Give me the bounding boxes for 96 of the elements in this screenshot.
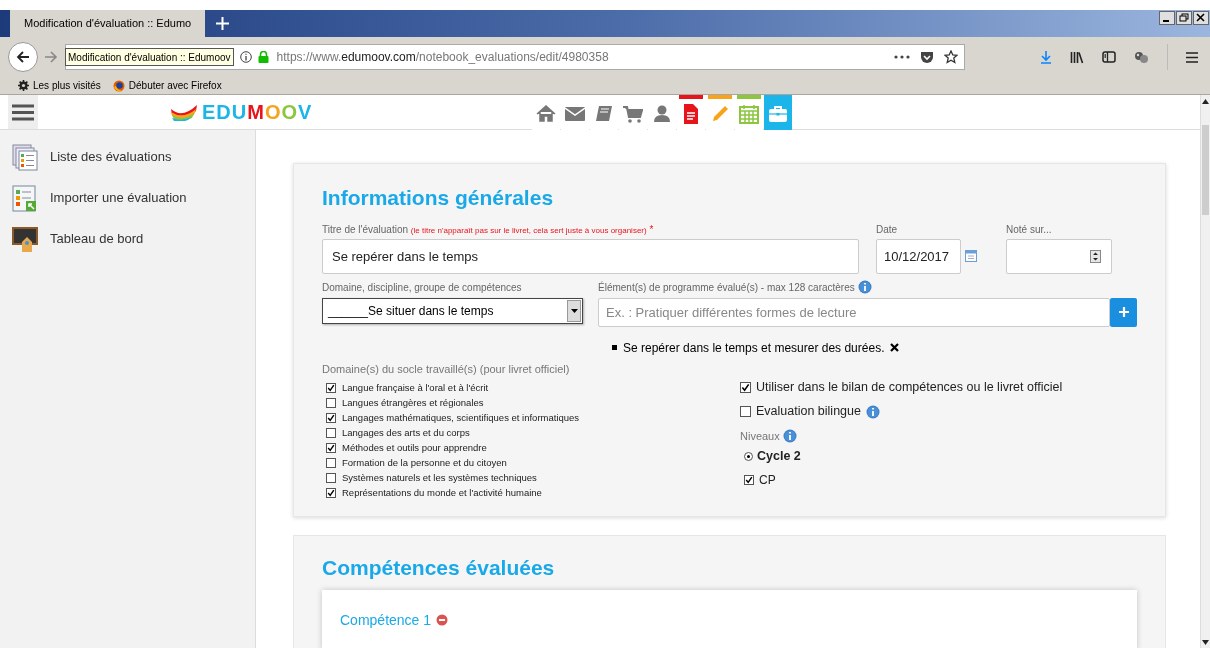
field-label: Noté sur... (1006, 222, 1053, 237)
checkbox-label: Représentations du monde et l'activité humaine (342, 487, 542, 498)
library-icon[interactable] (1070, 50, 1084, 64)
import-list-icon (12, 185, 39, 212)
download-icon[interactable] (1040, 50, 1052, 64)
globe-fox-icon (112, 79, 125, 92)
checkbox[interactable] (326, 472, 336, 483)
logo-text: EDUMOOV (202, 102, 313, 122)
checkbox-label: Langages des arts et du corps (342, 427, 470, 438)
title-input[interactable]: Se repérer dans le temps (322, 238, 859, 274)
minimize-icon[interactable] (1159, 11, 1175, 25)
competence-title: Compétence 1 (340, 610, 432, 630)
info-icon (782, 428, 797, 443)
field-label: Élément(s) de programme évalué(s) - max 128 caractères (598, 280, 855, 295)
checkbox[interactable] (326, 457, 336, 468)
info-icon (865, 404, 880, 419)
field-label: Niveaux (740, 428, 780, 444)
calendar-icon[interactable] (965, 250, 977, 262)
checkbox-label: Langages mathématiques, scientifiques et informatiques (342, 412, 580, 423)
dropdown-arrow-icon (570, 308, 578, 313)
menu-icon[interactable] (1186, 51, 1198, 63)
checkbox[interactable] (326, 442, 336, 453)
checkbox[interactable] (326, 382, 336, 393)
checkbox-label: CP (759, 472, 776, 489)
scroll-down-icon[interactable] (1202, 639, 1209, 645)
cart-icon (623, 103, 644, 124)
remove-icon[interactable] (890, 343, 900, 352)
sidebar-icon[interactable] (1102, 51, 1116, 63)
star-icon[interactable] (944, 50, 958, 64)
more-icon[interactable] (894, 55, 910, 59)
domain-select[interactable]: ______Se situer dans le temps (322, 297, 583, 324)
extension-icon[interactable] (1134, 50, 1149, 64)
pocket-icon[interactable] (920, 50, 934, 64)
scrollbar-thumb[interactable] (1202, 125, 1209, 215)
program-element-text: Se repérer dans le temps et mesurer des durées. (623, 339, 885, 357)
checkbox-label: Langues étrangères et régionales (342, 397, 484, 408)
tab-title: Modification d'évaluation :: Edumo (24, 16, 192, 32)
field-label: Date (876, 222, 899, 237)
gear-icon (18, 80, 29, 91)
date-input[interactable]: 10/12/2017 (876, 238, 961, 274)
briefcase-icon (768, 103, 789, 124)
checkbox-label: Systèmes naturels et les systèmes techniques (342, 472, 537, 483)
back-arrow-icon (16, 51, 30, 63)
bullet-icon (612, 345, 617, 350)
bookmark-link[interactable]: Les plus visités (33, 78, 101, 93)
address-bar[interactable]: Modification d'évaluation :: Edumoov https://www.edumoov.com/notebook_evaluations/edit/4980358 (65, 44, 965, 70)
tooltip: Modification d'évaluation :: Edumoov (65, 48, 234, 66)
back-button[interactable] (8, 42, 38, 72)
restore-icon[interactable] (1176, 11, 1192, 25)
field-label: Titre de l'évaluation (le titre n'apparaît pas sur le livret, cela sert juste à vous organiser) * (322, 222, 655, 237)
checkbox-label: Formation de la personne et du citoyen (342, 457, 507, 468)
checkbox-label: Langue française à l'oral et à l'écrit (342, 382, 489, 393)
bookmark-link[interactable]: Débuter avec Firefox (128, 78, 222, 93)
menu-icon (12, 103, 34, 121)
checkbox[interactable] (740, 406, 751, 417)
plus-icon (1118, 307, 1129, 317)
sidebar-link[interactable]: Importer une évaluation (50, 185, 187, 208)
add-button[interactable] (1110, 297, 1137, 327)
checkbox[interactable] (744, 475, 754, 485)
checkbox[interactable] (326, 397, 336, 408)
scrollbar[interactable] (1200, 95, 1210, 648)
section-title: Compétences évaluées (322, 555, 556, 581)
list-icon (12, 144, 39, 171)
checkbox-label: Evaluation bilingue (756, 403, 861, 421)
scroll-up-icon[interactable] (1202, 98, 1209, 104)
browser-tab[interactable]: Modification d'évaluation :: Edumo (10, 10, 205, 37)
checkbox[interactable] (326, 487, 336, 498)
spinner-icon (1090, 249, 1101, 263)
url-text[interactable]: https://www.edumoov.com/notebook_evaluations/edit/4980358 (276, 48, 609, 66)
sidebar-link[interactable]: Liste des évaluations (50, 144, 172, 167)
user-icon (652, 103, 673, 124)
checkbox-label: Méthodes et outils pour apprendre (342, 442, 487, 453)
checkbox[interactable] (326, 412, 336, 423)
radio-button[interactable] (744, 451, 753, 461)
pencil-icon (710, 103, 731, 124)
checkbox-label: Utiliser dans le bilan de compétences ou le livret officiel (756, 379, 1063, 397)
number-input[interactable] (1006, 238, 1112, 274)
home-icon (536, 103, 557, 124)
sidebar-link[interactable]: Tableau de bord (50, 226, 144, 249)
logo-wing-icon (170, 103, 198, 121)
program-element-input[interactable]: Ex. : Pratiquer différentes formes de lecture (598, 297, 1110, 327)
menu-button[interactable] (8, 95, 38, 129)
new-tab-icon[interactable] (215, 17, 229, 30)
close-icon[interactable] (1193, 11, 1209, 25)
radio-label: Cycle 2 (757, 447, 801, 465)
calendar-icon (739, 103, 760, 124)
checkbox[interactable] (326, 427, 336, 438)
book-icon (594, 103, 615, 124)
lock-icon (257, 51, 269, 63)
section-title: Informations générales (322, 185, 555, 211)
info-icon[interactable] (239, 51, 252, 63)
field-label: Domaine(s) du socle travaillé(s) (pour livret officiel) (322, 361, 571, 377)
info-icon (857, 280, 872, 294)
chalkboard-house-icon (12, 226, 39, 253)
checkbox[interactable] (740, 382, 751, 393)
field-label: Domaine, discipline, groupe de compétences (322, 280, 523, 295)
